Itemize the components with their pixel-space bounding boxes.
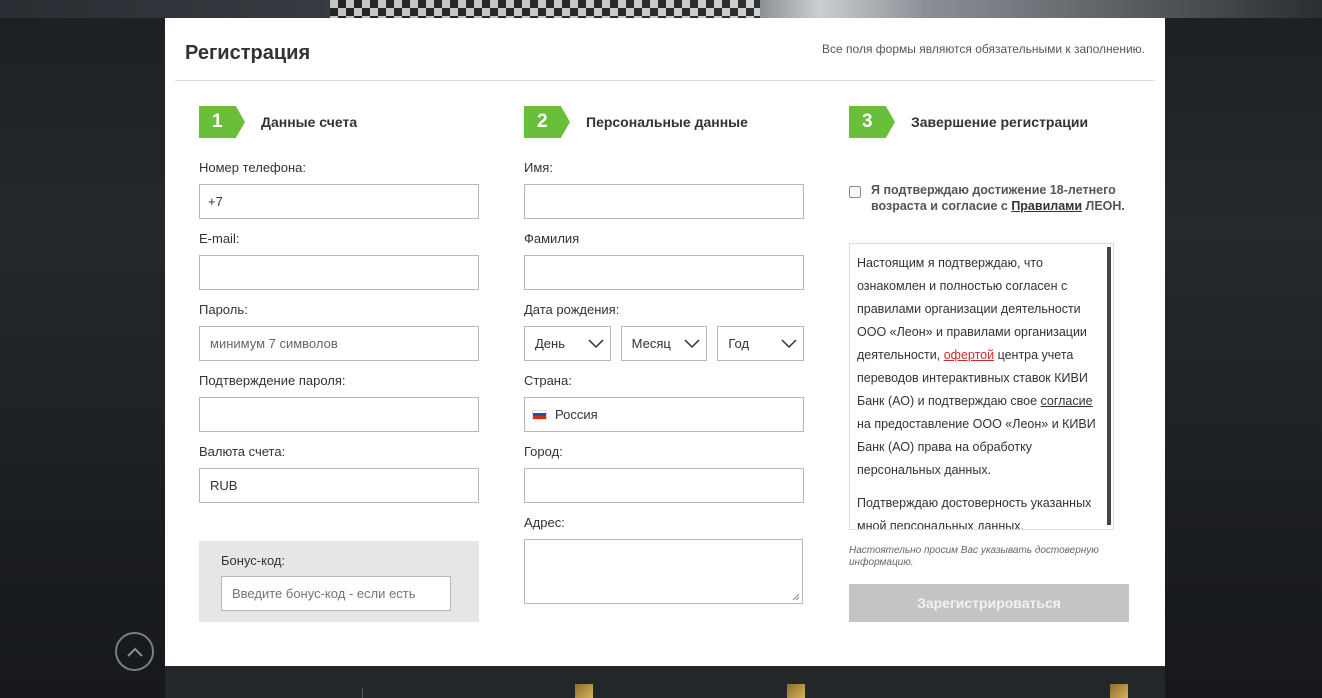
russia-flag-icon — [532, 409, 547, 420]
terms-text: Настоящим я подтверждаю, что ознакомлен … — [850, 244, 1113, 530]
birth-date-label: Дата рождения: — [524, 302, 620, 317]
consent-link[interactable]: согласие — [1041, 394, 1093, 408]
country-value: Россия — [555, 407, 598, 422]
address-field-group: Адрес: — [524, 511, 804, 604]
country-label: Страна: — [524, 373, 572, 388]
last-name-field-group: Фамилия — [524, 227, 804, 298]
page-title: Регистрация — [185, 42, 311, 64]
bonus-code-box: Бонус-код: — [199, 541, 479, 622]
agree-text-part: ЛЕОН. — [1082, 199, 1125, 213]
footer-strip — [165, 666, 1165, 698]
last-name-input[interactable] — [524, 255, 804, 290]
birth-date-field-group: Дата рождения: День Месяц Год — [524, 298, 805, 369]
first-name-input[interactable] — [524, 184, 804, 219]
scroll-to-top-button[interactable] — [115, 632, 154, 671]
account-column: 1 Данные счета Номер телефона: E-mail: П… — [199, 106, 479, 622]
trophy-icon — [575, 684, 593, 698]
step-2: 2 Персональные данные — [524, 106, 804, 138]
finish-column: 3 Завершение регистрации Я подтверждаю д… — [849, 106, 1129, 646]
background-left — [0, 18, 165, 698]
phone-field-group: Номер телефона: — [199, 156, 479, 227]
currency-input[interactable] — [199, 468, 479, 503]
city-label: Город: — [524, 444, 563, 459]
currency-label: Валюта счета: — [199, 444, 286, 459]
password-field-group: Пароль: — [199, 298, 479, 369]
step-1: 1 Данные счета — [199, 106, 479, 138]
password-input[interactable] — [199, 326, 479, 361]
country-field-group: Страна: Россия — [524, 369, 804, 440]
terms-scrollbar[interactable] — [1107, 247, 1111, 525]
terms-box[interactable]: Настоящим я подтверждаю, что ознакомлен … — [849, 243, 1114, 530]
first-name-label: Имя: — [524, 160, 553, 175]
currency-field-group: Валюта счета: — [199, 440, 479, 511]
country-select[interactable]: Россия — [524, 397, 804, 432]
bonus-code-input[interactable] — [221, 576, 451, 611]
personal-column: 2 Персональные данные Имя: Фамилия Дата … — [524, 106, 805, 604]
chevron-down-icon — [588, 338, 604, 348]
step-number-badge: 2 — [524, 106, 570, 138]
phone-input[interactable] — [199, 184, 479, 219]
terms-paragraph: Настоящим я подтверждаю, что ознакомлен … — [857, 252, 1101, 482]
terms-text-part: на предоставление ООО «Леон» и КИВИ Банк… — [857, 417, 1096, 477]
step-number-badge: 3 — [849, 106, 895, 138]
city-input[interactable] — [524, 468, 804, 503]
step-label: Завершение регистрации — [911, 114, 1089, 130]
background-right — [1165, 18, 1322, 698]
accuracy-hint: Настоятельно просим Вас указывать достов… — [849, 545, 1099, 568]
first-name-field-group: Имя: — [524, 156, 804, 227]
email-label: E-mail: — [199, 231, 240, 246]
resize-grip-icon[interactable] — [792, 593, 800, 601]
chevron-down-icon — [684, 338, 700, 348]
phone-label: Номер телефона: — [199, 160, 306, 175]
offer-link[interactable]: офертой — [944, 348, 994, 362]
step-label: Персональные данные — [586, 114, 748, 130]
last-name-label: Фамилия — [524, 231, 580, 246]
trophy-icon — [787, 684, 805, 698]
confirm-password-field-group: Подтверждение пароля: — [199, 369, 479, 440]
bonus-code-label: Бонус-код: — [221, 553, 286, 568]
background-checker-flag — [330, 0, 760, 18]
register-button[interactable]: Зарегистрироваться — [849, 584, 1129, 622]
registration-panel: Регистрация Все поля формы являются обяз… — [165, 18, 1165, 666]
year-select[interactable]: Год — [717, 326, 805, 361]
chevron-up-icon — [126, 647, 143, 657]
email-input[interactable] — [199, 255, 479, 290]
required-fields-note: Все поля формы являются обязательными к … — [822, 42, 1145, 56]
address-textarea[interactable] — [524, 539, 803, 604]
confirm-password-input[interactable] — [199, 397, 479, 432]
chevron-down-icon — [781, 338, 797, 348]
age-confirm-checkbox[interactable] — [849, 186, 861, 198]
birth-date-row: День Месяц Год — [524, 326, 805, 361]
age-confirmation: Я подтверждаю достижение 18-летнего возр… — [849, 182, 1129, 216]
step-3: 3 Завершение регистрации — [849, 106, 1129, 138]
panel-header: Регистрация Все поля формы являются обяз… — [175, 18, 1155, 81]
age-confirm-text: Я подтверждаю достижение 18-летнего возр… — [871, 182, 1131, 214]
confirm-password-label: Подтверждение пароля: — [199, 373, 346, 388]
step-label: Данные счета — [261, 114, 358, 130]
city-field-group: Город: — [524, 440, 804, 511]
trophy-icon — [1110, 684, 1128, 698]
rules-link[interactable]: Правилами — [1011, 199, 1082, 213]
footer-divider — [362, 688, 363, 698]
month-select[interactable]: Месяц — [620, 326, 708, 361]
password-label: Пароль: — [199, 302, 248, 317]
terms-paragraph: Подтверждаю достоверность указанных мной… — [857, 496, 1092, 530]
step-number-badge: 1 — [199, 106, 245, 138]
year-select-value: Год — [728, 336, 750, 351]
month-select-value: Месяц — [631, 336, 671, 351]
terms-text-part: Настоящим я подтверждаю, что ознакомлен … — [857, 256, 1087, 362]
address-label: Адрес: — [524, 515, 565, 530]
day-select-value: День — [535, 336, 565, 351]
email-field-group: E-mail: — [199, 227, 479, 298]
day-select[interactable]: День — [524, 326, 611, 361]
